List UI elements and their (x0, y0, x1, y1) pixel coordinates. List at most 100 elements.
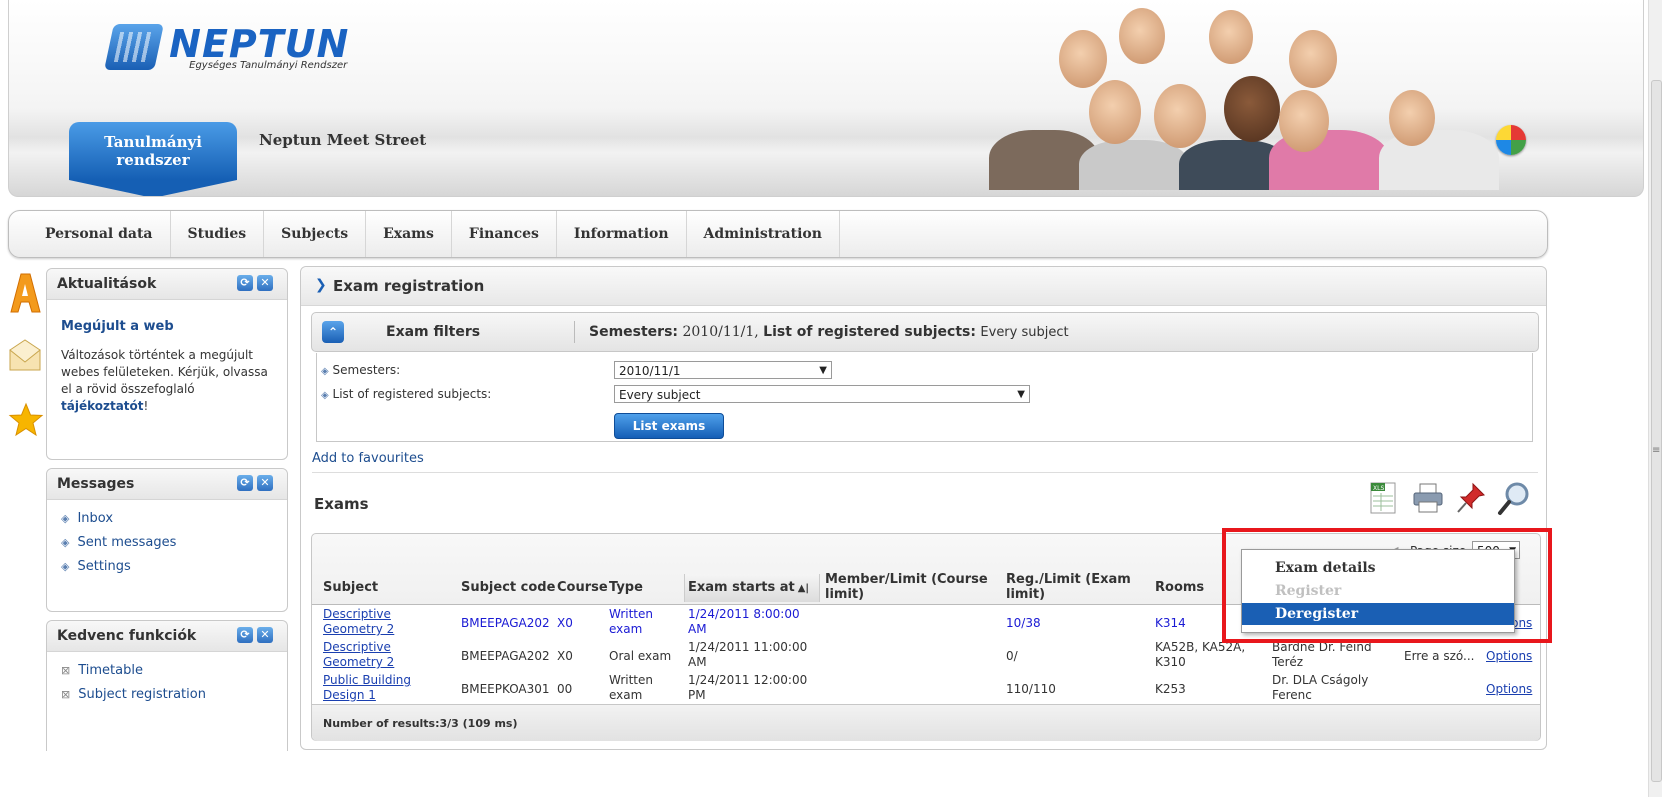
news-panel: Aktualitások ⟳ ✕ Megújult a web Változás… (46, 268, 288, 460)
header-banner-photo (969, 0, 1529, 190)
favourite-timetable-link[interactable]: ⊠ Timetable (61, 663, 143, 678)
menu-studies[interactable]: Studies (171, 211, 265, 257)
excel-export-icon[interactable]: XLS (1369, 481, 1401, 515)
exam-registration-header: ❯ Exam registration (301, 267, 1546, 306)
menu-exams[interactable]: Exams (366, 211, 452, 257)
col-type[interactable]: Type (609, 580, 643, 595)
bullet-icon: ◈ (61, 536, 70, 549)
row3-subject[interactable]: Public Building Design 1 (323, 673, 443, 703)
row1-reg: 10/38 (1006, 616, 1041, 630)
registered-subjects-select[interactable]: Every subject ▼ (614, 385, 1030, 403)
search-magnifier-icon[interactable] (1497, 481, 1529, 515)
menu-information[interactable]: Information (557, 211, 687, 257)
row2-reg: 0/ (1006, 649, 1018, 663)
row1-course: X0 (557, 616, 573, 630)
favourites-panel: Kedvenc funkciók ⟳ ✕ ⊠ Timetable ⊠ Subject… (46, 620, 288, 751)
grid-footer: Number of results:3/3 (109 ms) (312, 704, 1540, 741)
refresh-icon[interactable]: ⟳ (237, 475, 253, 491)
row2-options[interactable]: Options (1486, 649, 1532, 664)
favourite-subject-registration-link[interactable]: ⊠ Subject registration (61, 687, 206, 702)
messages-sent-link[interactable]: ◈ Sent messages (61, 535, 176, 550)
main-menu: Personal data Studies Subjects Exams Finance… (8, 210, 1548, 258)
messages-settings-link[interactable]: ◈ Settings (61, 559, 131, 574)
row2-starts: 1/24/2011 11:00:00 AM (688, 640, 808, 669)
exam-filters-title: Exam filters (386, 324, 481, 340)
row3-course: 00 (557, 682, 573, 696)
star-icon[interactable] (8, 402, 44, 438)
registered-subjects-label: ◈ List of registered subjects: (321, 387, 492, 401)
row2-course: X0 (557, 649, 573, 663)
news-headline: Megújult a web (61, 319, 174, 334)
logo-mark-icon (104, 24, 164, 70)
messages-panel-title: Messages (57, 476, 135, 492)
exam-filters-body: ◈ Semesters: 2010/11/1 ▼ ◈ List of regist… (316, 353, 1533, 442)
bullet-icon: ◈ (321, 366, 329, 377)
exams-section-title: Exams (314, 495, 369, 513)
bullet-icon: ◈ (61, 560, 70, 573)
close-icon[interactable]: ✕ (257, 275, 273, 291)
scrollbar-thumb[interactable] (1651, 80, 1662, 782)
logo-subtitle: Egységes Tanulmányi Rendszer (189, 60, 348, 71)
col-exam-starts[interactable]: Exam starts at ▲| (688, 580, 809, 596)
sort-asc-icon: ▲| (797, 583, 810, 594)
row3-rooms: K253 (1155, 682, 1186, 696)
favourites-panel-title: Kedvenc funkciók (57, 628, 197, 644)
menu-personal-data[interactable]: Personal data (28, 211, 171, 257)
row1-rooms: K314 (1155, 616, 1186, 630)
neptun-logo[interactable]: NEPTUN Egységes Tanulmányi Rendszer (104, 24, 349, 72)
row2-comment[interactable]: Erre a szó... (1404, 649, 1474, 664)
exam-registration-panel: ❯ Exam registration ⌃ Exam filters Semes… (300, 266, 1547, 750)
row2-code: BMEEPAGA202 (461, 649, 550, 663)
page-title: Exam registration (333, 277, 485, 295)
tab-neptun-meet-street[interactable]: Neptun Meet Street (259, 131, 426, 149)
remove-favourite-icon[interactable]: ⊠ (61, 688, 70, 701)
messages-inbox-link[interactable]: ◈ Inbox (61, 511, 113, 526)
aktualitasok-icon[interactable] (8, 270, 42, 313)
close-icon[interactable]: ✕ (257, 627, 273, 643)
menu-subjects[interactable]: Subjects (264, 211, 367, 257)
messages-panel: Messages ⟳ ✕ ◈ Inbox ◈ Sent messages ◈ Sett… (46, 468, 288, 612)
row1-subject[interactable]: Descriptive Geometry 2 (323, 607, 443, 637)
filters-summary: Semesters: 2010/11/1, List of registered… (589, 324, 1069, 340)
news-body: Változások történtek a megújult webes fe… (61, 348, 268, 413)
header: NEPTUN Egységes Tanulmányi Rendszer Tanu… (8, 0, 1644, 197)
svg-text:XLS: XLS (1373, 485, 1384, 492)
bullet-icon: ◈ (61, 512, 70, 525)
vertical-scrollbar[interactable]: ≡ (1648, 0, 1662, 797)
add-to-favourites-link[interactable]: Add to favourites (312, 451, 424, 466)
semesters-label: ◈ Semesters: (321, 363, 401, 377)
col-subject-code[interactable]: Subject code (461, 580, 555, 595)
row3-reg: 110/110 (1006, 682, 1056, 696)
col-course[interactable]: Course (557, 580, 608, 595)
bullet-icon: ◈ (321, 390, 329, 401)
col-rooms[interactable]: Rooms (1155, 580, 1204, 595)
list-exams-button[interactable]: List exams (614, 413, 724, 439)
semesters-select[interactable]: 2010/11/1 ▼ (614, 361, 832, 379)
refresh-icon[interactable]: ⟳ (237, 627, 253, 643)
envelope-icon[interactable] (8, 338, 42, 374)
close-icon[interactable]: ✕ (257, 475, 273, 491)
collapse-icon[interactable]: ⌃ (322, 321, 344, 343)
refresh-icon[interactable]: ⟳ (237, 275, 253, 291)
row1-starts: 1/24/2011 8:00:00 AM (688, 607, 800, 636)
col-subject[interactable]: Subject (323, 580, 378, 595)
exam-filters-bar[interactable]: ⌃ Exam filters Semesters: 2010/11/1, Lis… (311, 312, 1539, 352)
news-link[interactable]: tájékoztatót (61, 399, 144, 413)
news-panel-title: Aktualitások (57, 276, 157, 292)
row2-type: Oral exam (609, 649, 672, 663)
row3-options[interactable]: Options (1486, 682, 1532, 697)
results-count: Number of results:3/3 (109 ms) (323, 717, 518, 730)
color-theme-icon[interactable] (1496, 125, 1526, 155)
row2-subject[interactable]: Descriptive Geometry 2 (323, 640, 443, 670)
remove-favourite-icon[interactable]: ⊠ (61, 664, 70, 677)
menu-finances[interactable]: Finances (452, 211, 557, 257)
col-member-limit[interactable]: Member/Limit (Course limit) (825, 572, 995, 602)
pin-icon[interactable] (1455, 481, 1487, 515)
dropdown-arrow-icon: ▼ (1017, 389, 1025, 400)
tab-tanulmanyi-rendszer[interactable]: Tanulmányi rendszer (69, 122, 237, 196)
row1-code: BMEEPAGA202 (461, 616, 550, 630)
print-icon[interactable] (1411, 481, 1443, 515)
row2-examiner: Bardné Dr. Feind Teréz (1272, 640, 1372, 669)
menu-administration[interactable]: Administration (687, 211, 840, 257)
col-reg-limit[interactable]: Reg./Limit (Exam limit) (1006, 572, 1146, 602)
